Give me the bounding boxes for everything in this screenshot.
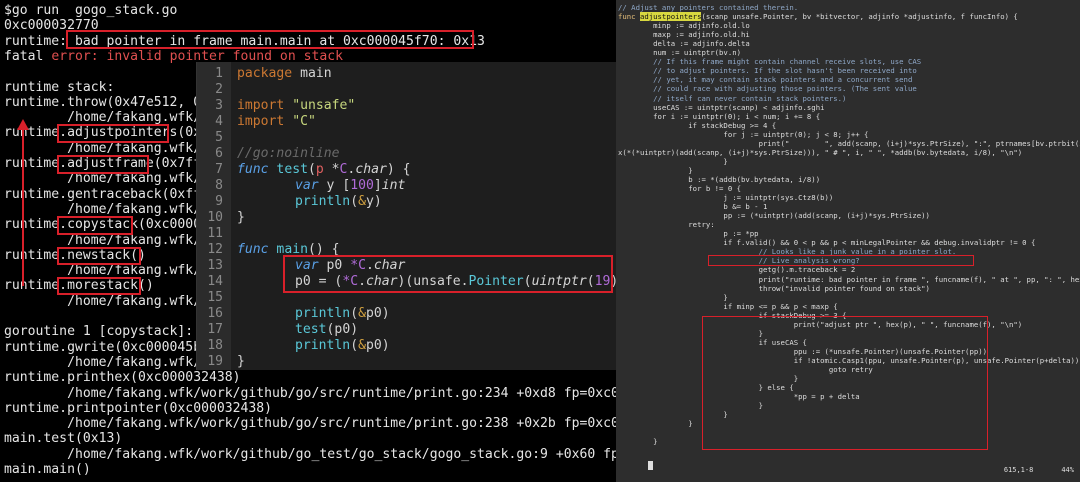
line-number: 2 [215, 82, 223, 97]
highlight-box-copystack [57, 216, 133, 235]
source-line: } [618, 292, 728, 302]
code-editor[interactable]: 1 2 3 4 5 6 7 8 9 10 11 12 13 14 15 16 17 18 19 package ma… [196, 62, 617, 370]
line-number: 11 [207, 226, 223, 241]
source-line: } [618, 437, 658, 447]
line-number: 17 [207, 322, 223, 337]
up-arrow-annotation [17, 119, 29, 286]
code-line-19: } [237, 354, 245, 369]
error-word: error: [51, 48, 99, 64]
code-line-3: import "unsafe" [237, 98, 356, 113]
terminal-line: main.main() [4, 462, 91, 477]
source-line: if minp <= p && p < maxp { [618, 301, 838, 311]
line-number: 18 [207, 338, 223, 353]
func-keyword: func [618, 12, 640, 22]
code-line-17: test(p0) [295, 322, 359, 337]
source-line: // itself can never contain stack pointe… [618, 93, 847, 103]
terminal-line: runtime.gentraceback(0xfff [4, 186, 209, 202]
highlight-box-adjust-block [702, 316, 988, 450]
runtime-source-pane[interactable]: // Adjust any pointers contained therein… [616, 0, 1080, 482]
highlight-box-main-pointer [283, 255, 613, 293]
code-line-16: println(&p0) [295, 306, 390, 321]
source-line: if stackDebug >= 4 { [618, 120, 777, 130]
terminal-line: runtime.printpointer(0xc000032438) [4, 400, 273, 416]
code-line-10: } [237, 210, 245, 225]
highlight-box-adjustpointers [57, 124, 169, 143]
line-number: 13 [207, 258, 223, 273]
fatal-prefix: fatal [4, 48, 52, 64]
line-number: 7 [215, 162, 223, 177]
line-number-gutter: 1 2 3 4 5 6 7 8 9 10 11 12 13 14 15 16 17 18 19 [197, 62, 231, 370]
line-number: 12 [207, 242, 223, 257]
line-number: 4 [215, 114, 223, 129]
code-line-6: //go:noinline [237, 146, 340, 161]
highlight-box-bad-pointer [66, 30, 474, 49]
code-line-4: import "C" [237, 114, 316, 129]
line-number: 14 [207, 274, 223, 289]
line-number: 1 [215, 66, 223, 81]
terminal-line: runtime stack: [4, 79, 115, 95]
scroll-percent: 44% [1061, 466, 1074, 474]
source-line: for i := uintptr(0); i < num; i += 8 { [618, 111, 821, 121]
terminal-line: $go run gogo_stack.go [4, 3, 178, 18]
source-line: for j := uintptr(0); j < 8; j++ { [618, 129, 869, 139]
source-line: useCAS := uintptr(scanp) < adjinfo.sghi [618, 102, 825, 112]
text-cursor [648, 461, 653, 470]
code-line-9: println(&y) [295, 194, 382, 209]
code-line-8: var y [100]int [295, 178, 406, 193]
terminal-line: /home/fakang.wfk/w [4, 293, 209, 309]
highlight-box-invalidptr-check [708, 255, 974, 266]
line-number: 6 [215, 146, 223, 161]
line-number: 16 [207, 306, 223, 321]
func-name-highlight: adjustpointers [639, 12, 702, 22]
line-number: 8 [215, 178, 223, 193]
line-number: 10 [207, 210, 223, 225]
func-signature: (scanp unsafe.Pointer, bv *bitvector, ad… [701, 12, 1018, 22]
terminal-line: main.test(0x13) [4, 431, 123, 447]
highlight-box-newstack [57, 247, 141, 265]
terminal-line: goroutine 1 [copystack]: [4, 324, 194, 340]
runtime-source-view[interactable]: // Adjust any pointers contained therein… [616, 0, 1080, 482]
source-line: throw("invalid pointer found on stack") [618, 283, 930, 293]
terminal-line: runtime.printhex(0xc000032438) [4, 370, 241, 386]
vim-status-bar: 615,1-8 44% [976, 466, 1074, 474]
line-number: 5 [215, 130, 223, 145]
line-number: 15 [207, 290, 223, 305]
source-line: } [618, 419, 693, 429]
source-line: // could race with adjusting those point… [618, 84, 917, 94]
code-line-18: println(&p0) [295, 338, 390, 353]
code-line-1: package main [237, 66, 332, 81]
source-line: print("runtime: bad pointer in frame ", … [618, 274, 1080, 284]
code-line-7: func test(p *C.char) { [237, 162, 411, 177]
terminal-line: /home/fakang.wfk/work/github/go/src/runt… [4, 385, 616, 401]
cursor-position: 615,1-8 [1003, 466, 1034, 474]
highlight-box-morestack [57, 277, 141, 295]
highlight-box-adjustframe [57, 155, 149, 174]
terminal-line: /home/fakang.wfk/w [4, 354, 209, 370]
line-number: 19 [207, 354, 223, 369]
source-line: getg().m.traceback = 2 [618, 265, 856, 275]
terminal-line: /home/fakang.wfk/work/github/go/src/runt… [4, 416, 616, 432]
terminal-line: runtime.throw(0x47e512, 0x [4, 94, 209, 110]
terminal-line: /home/fakang.wfk/work/github/go_test/go_… [4, 446, 616, 462]
line-number: 9 [215, 194, 223, 209]
terminal-line: runtime.gwrite(0xc000045bf [4, 339, 209, 355]
line-number: 3 [215, 98, 223, 113]
